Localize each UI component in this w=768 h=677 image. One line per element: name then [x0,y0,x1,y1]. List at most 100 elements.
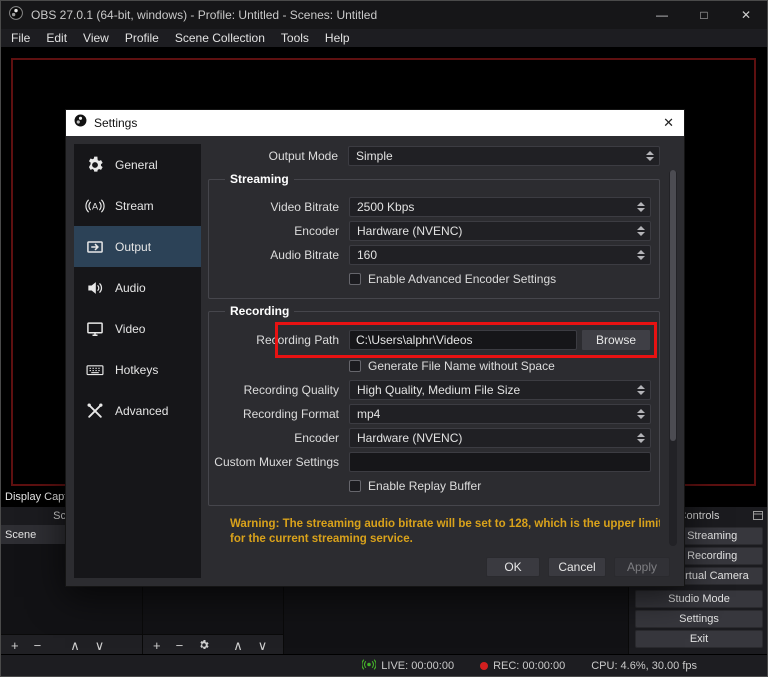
live-broadcast-icon [362,659,376,673]
cancel-button[interactable]: Cancel [548,557,606,577]
output-mode-label: Output Mode [208,149,348,163]
streaming-group-title: Streaming [225,172,294,186]
recording-quality-label: Recording Quality [209,383,349,397]
window-title: OBS 27.0.1 (64-bit, windows) - Profile: … [31,8,377,22]
obs-logo-icon [74,114,87,132]
status-bar: LIVE: 00:00:00 REC: 00:00:00 CPU: 4.6%, … [1,654,767,676]
source-properties-gear-icon[interactable] [198,639,210,653]
recording-group-title: Recording [225,304,294,318]
settings-scrollbar[interactable] [669,170,677,546]
sidebar-item-hotkeys[interactable]: Hotkeys [74,349,201,390]
recording-format-label: Recording Format [209,407,349,421]
rec-timer: REC: 00:00:00 [493,660,565,672]
recording-encoder-select[interactable]: Hardware (NVENC) [349,428,651,448]
rec-dot-icon [480,662,488,670]
live-timer: LIVE: 00:00:00 [381,660,454,672]
add-source-icon[interactable]: + [153,639,161,652]
exit-button[interactable]: Exit [635,630,763,648]
sidebar-label: Hotkeys [115,363,158,377]
sidebar-item-stream[interactable]: A Stream [74,185,201,226]
source-down-icon[interactable]: ∨ [258,639,268,652]
recording-quality-select[interactable]: High Quality, Medium File Size [349,380,651,400]
cpu-status: CPU: 4.6%, 30.00 fps [591,660,697,672]
output-icon [84,236,106,258]
menu-file[interactable]: File [3,31,38,45]
minimize-button[interactable]: — [641,1,683,29]
video-bitrate-label: Video Bitrate [209,200,349,214]
settings-close-icon[interactable]: ✕ [663,110,674,136]
menu-help[interactable]: Help [317,31,358,45]
enable-advanced-encoder-checkbox[interactable] [349,273,361,285]
recording-path-input[interactable] [349,330,577,350]
gear-icon [84,154,106,176]
antenna-icon: A [84,195,106,217]
recording-path-row: Recording Path Browse [209,327,651,353]
remove-source-icon[interactable]: − [176,639,184,652]
scene-up-icon[interactable]: ∧ [70,639,80,652]
sidebar-label: Audio [115,281,146,295]
scrollbar-handle[interactable] [670,170,676,441]
settings-button[interactable]: Settings [635,610,763,628]
keyboard-icon [84,359,106,381]
chevron-updown-icon [637,409,645,419]
generate-no-space-label: Generate File Name without Space [368,359,555,373]
bitrate-warning-text: Warning: The streaming audio bitrate wil… [230,517,660,547]
add-scene-icon[interactable]: + [11,639,19,652]
chevron-updown-icon [637,385,645,395]
sidebar-item-general[interactable]: General [74,144,201,185]
remove-scene-icon[interactable]: − [34,639,42,652]
sidebar-label: Stream [115,199,154,213]
custom-muxer-label: Custom Muxer Settings [209,455,349,469]
settings-content: Output Mode Simple Streaming Video Bitra… [208,144,660,554]
menu-view[interactable]: View [75,31,117,45]
menu-edit[interactable]: Edit [38,31,75,45]
window-titlebar: OBS 27.0.1 (64-bit, windows) - Profile: … [1,1,767,29]
chevron-updown-icon [637,226,645,236]
dock-options-icon[interactable] [753,511,763,523]
enable-replay-buffer-checkbox[interactable] [349,480,361,492]
maximize-button[interactable]: □ [683,1,725,29]
enable-replay-buffer-label: Enable Replay Buffer [368,479,481,493]
recording-encoder-label: Encoder [209,431,349,445]
rec-status: REC: 00:00:00 [480,660,565,672]
menu-scene-collection[interactable]: Scene Collection [167,31,273,45]
settings-dialog: Settings ✕ General A Stream [65,109,685,587]
sources-toolbar: + − ∧ ∨ [143,634,283,656]
studio-mode-button[interactable]: Studio Mode [635,590,763,608]
spinner-updown-icon [637,202,645,212]
settings-dialog-titlebar: Settings ✕ [66,110,684,136]
menu-tools[interactable]: Tools [273,31,317,45]
streaming-group: Streaming Video Bitrate 2500 Kbps Encode… [208,179,660,299]
audio-bitrate-label: Audio Bitrate [209,248,349,262]
menu-profile[interactable]: Profile [117,31,167,45]
browse-button[interactable]: Browse [581,329,651,351]
sidebar-label: Output [115,240,151,254]
source-up-icon[interactable]: ∧ [233,639,243,652]
output-mode-select[interactable]: Simple [348,146,660,166]
stream-encoder-select[interactable]: Hardware (NVENC) [349,221,651,241]
video-bitrate-spinner[interactable]: 2500 Kbps [349,197,651,217]
chevron-updown-icon [637,433,645,443]
cpu-fps-text: CPU: 4.6%, 30.00 fps [591,660,697,672]
sidebar-item-audio[interactable]: Audio [74,267,201,308]
recording-path-label: Recording Path [209,333,349,347]
generate-no-space-checkbox[interactable] [349,360,361,372]
speaker-icon [84,277,106,299]
custom-muxer-input[interactable] [349,452,651,472]
sidebar-item-output[interactable]: Output [74,226,201,267]
obs-main-window: OBS 27.0.1 (64-bit, windows) - Profile: … [0,0,768,677]
apply-button-disabled: Apply [614,557,670,577]
close-button[interactable]: ✕ [725,1,767,29]
sidebar-item-advanced[interactable]: Advanced [74,390,201,431]
recording-format-select[interactable]: mp4 [349,404,651,424]
live-status: LIVE: 00:00:00 [362,659,454,673]
ok-button[interactable]: OK [486,557,540,577]
sidebar-label: Video [115,322,145,336]
sidebar-item-video[interactable]: Video [74,308,201,349]
sidebar-label: Advanced [115,404,168,418]
monitor-icon [84,318,106,340]
chevron-updown-icon [637,250,645,260]
enable-advanced-encoder-label: Enable Advanced Encoder Settings [368,272,556,286]
audio-bitrate-select[interactable]: 160 [349,245,651,265]
scene-down-icon[interactable]: ∨ [95,639,105,652]
